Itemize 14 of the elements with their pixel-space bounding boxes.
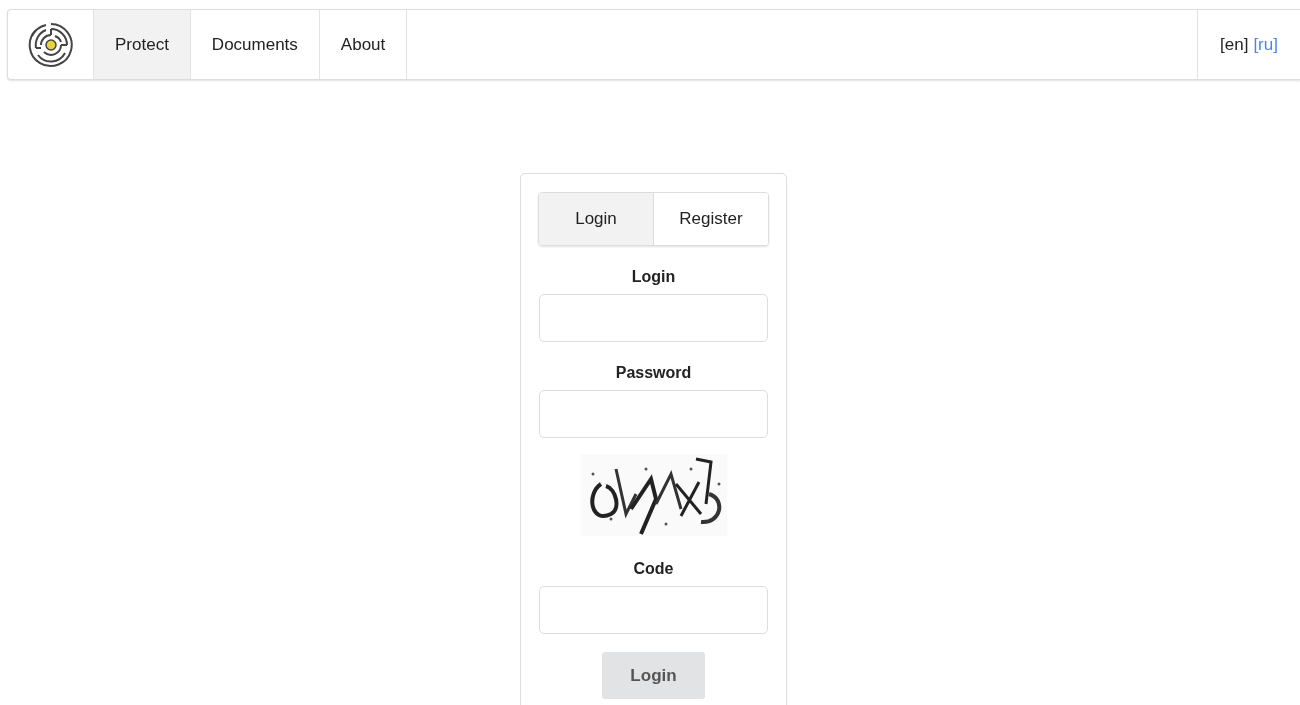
field-label: Password xyxy=(615,364,692,382)
input-field[interactable] xyxy=(539,294,768,342)
input-field[interactable] xyxy=(539,390,768,438)
form-tab[interactable]: Register xyxy=(653,193,768,245)
nav-tab[interactable]: Protect xyxy=(94,10,191,79)
language-link[interactable]: [en] xyxy=(1220,34,1249,55)
maze-logo-icon[interactable] xyxy=(27,21,74,68)
field-label: Code xyxy=(633,560,674,578)
nav-tab[interactable]: Documents xyxy=(190,10,320,79)
field-label: Login xyxy=(631,268,676,286)
nav-tab[interactable]: About xyxy=(319,10,408,79)
language-link[interactable]: [ru] xyxy=(1253,34,1278,55)
input-field[interactable] xyxy=(539,586,768,634)
form-tab[interactable]: Login xyxy=(539,193,653,245)
